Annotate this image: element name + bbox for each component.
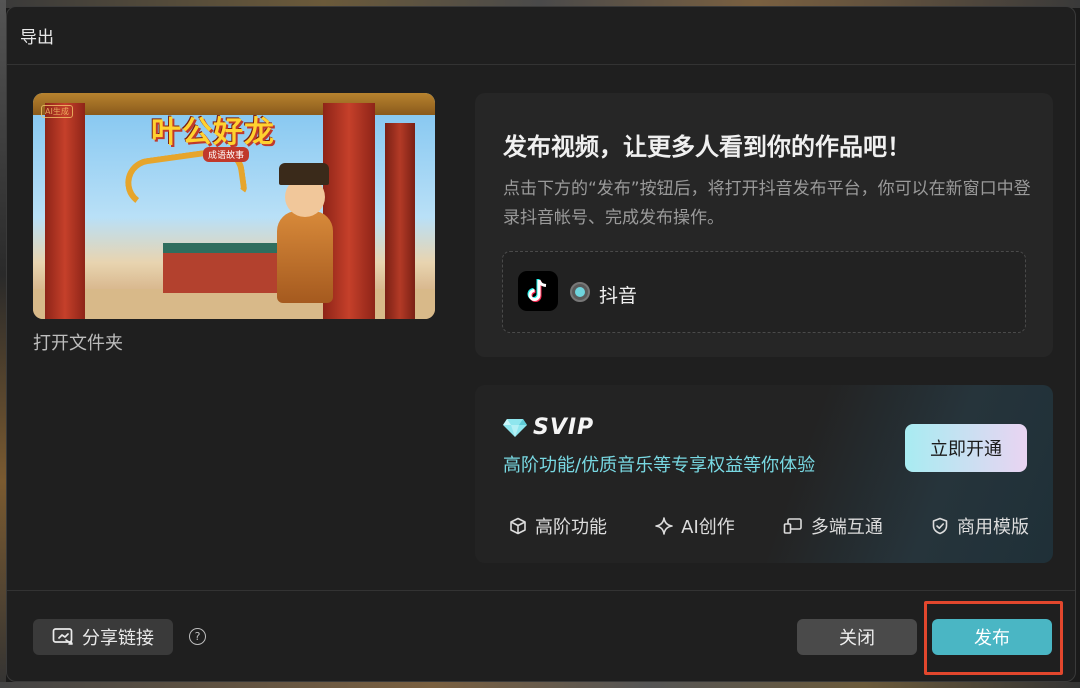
footer-divider [7,590,1075,591]
dialog-header: 导出 [7,7,1075,65]
character-body [277,211,333,303]
export-dialog: 导出 AI生成 叶公好龙 成语故事 打开文件夹 发布视频，让更多人看到你的作品吧… [6,6,1076,682]
feature-label: 多端互通 [810,517,883,538]
open-folder-link[interactable]: 打开文件夹 [33,329,123,355]
thumbnail-pillar-far-right [385,123,415,319]
dialog-title: 导出 [20,28,54,48]
feature-advanced: 高阶功能 [509,513,607,539]
share-screen-icon [52,628,73,645]
cube-icon [510,517,526,535]
character-hat [279,163,329,185]
feature-multi-device: 多端互通 [783,513,883,539]
background-app-strip-bottom [0,682,1080,688]
svip-feature-list: 高阶功能 AI创作 多端互通 商用模版 [509,513,1029,539]
feature-label: 商用模版 [957,517,1029,538]
thumbnail-hall [163,243,283,293]
diamond-icon [503,418,527,437]
feature-label: 高阶功能 [535,517,607,538]
devices-icon [783,518,802,534]
platform-radio-selected[interactable] [570,282,590,302]
feature-commercial: 商用模版 [931,513,1029,539]
svip-badge-text: SVIP [533,415,595,440]
thumbnail-title-art: 叶公好龙 [151,115,275,150]
help-icon[interactable]: ? [189,628,206,645]
svip-activate-button[interactable]: 立即开通 [905,424,1027,472]
tiktok-icon [518,271,558,311]
thumbnail-subtitle-art: 成语故事 [203,147,250,162]
sparkle-icon [655,517,673,535]
video-thumbnail[interactable]: AI生成 叶公好龙 成语故事 [33,93,435,319]
svip-description: 高阶功能/优质音乐等专享权益等你体验 [503,455,816,476]
shield-check-icon [932,517,948,535]
publish-heading: 发布视频，让更多人看到你的作品吧！ [503,133,911,161]
close-button[interactable]: 关闭 [797,619,917,655]
publish-description: 点击下方的“发布”按钮后，将打开抖音发布平台，你可以在新窗口中登录抖音帐号、完成… [503,179,1031,228]
ai-generated-tag: AI生成 [41,105,73,118]
svip-promo-card: SVIP 高阶功能/优质音乐等专享权益等你体验 立即开通 高阶功能 AI创作 多… [475,385,1053,563]
thumbnail-pillar-left [45,103,85,319]
publish-card: 发布视频，让更多人看到你的作品吧！ 点击下方的“发布”按钮后，将打开抖音发布平台… [475,93,1053,357]
platform-label: 抖音 [599,285,638,307]
publish-button[interactable]: 发布 [932,619,1052,655]
feature-ai: AI创作 [655,513,735,539]
share-link-button[interactable]: 分享链接 [33,619,173,655]
svip-title: SVIP [503,415,594,440]
share-link-label: 分享链接 [82,628,154,649]
platform-option-douyin[interactable]: 抖音 [502,251,1026,333]
feature-label: AI创作 [681,517,735,538]
